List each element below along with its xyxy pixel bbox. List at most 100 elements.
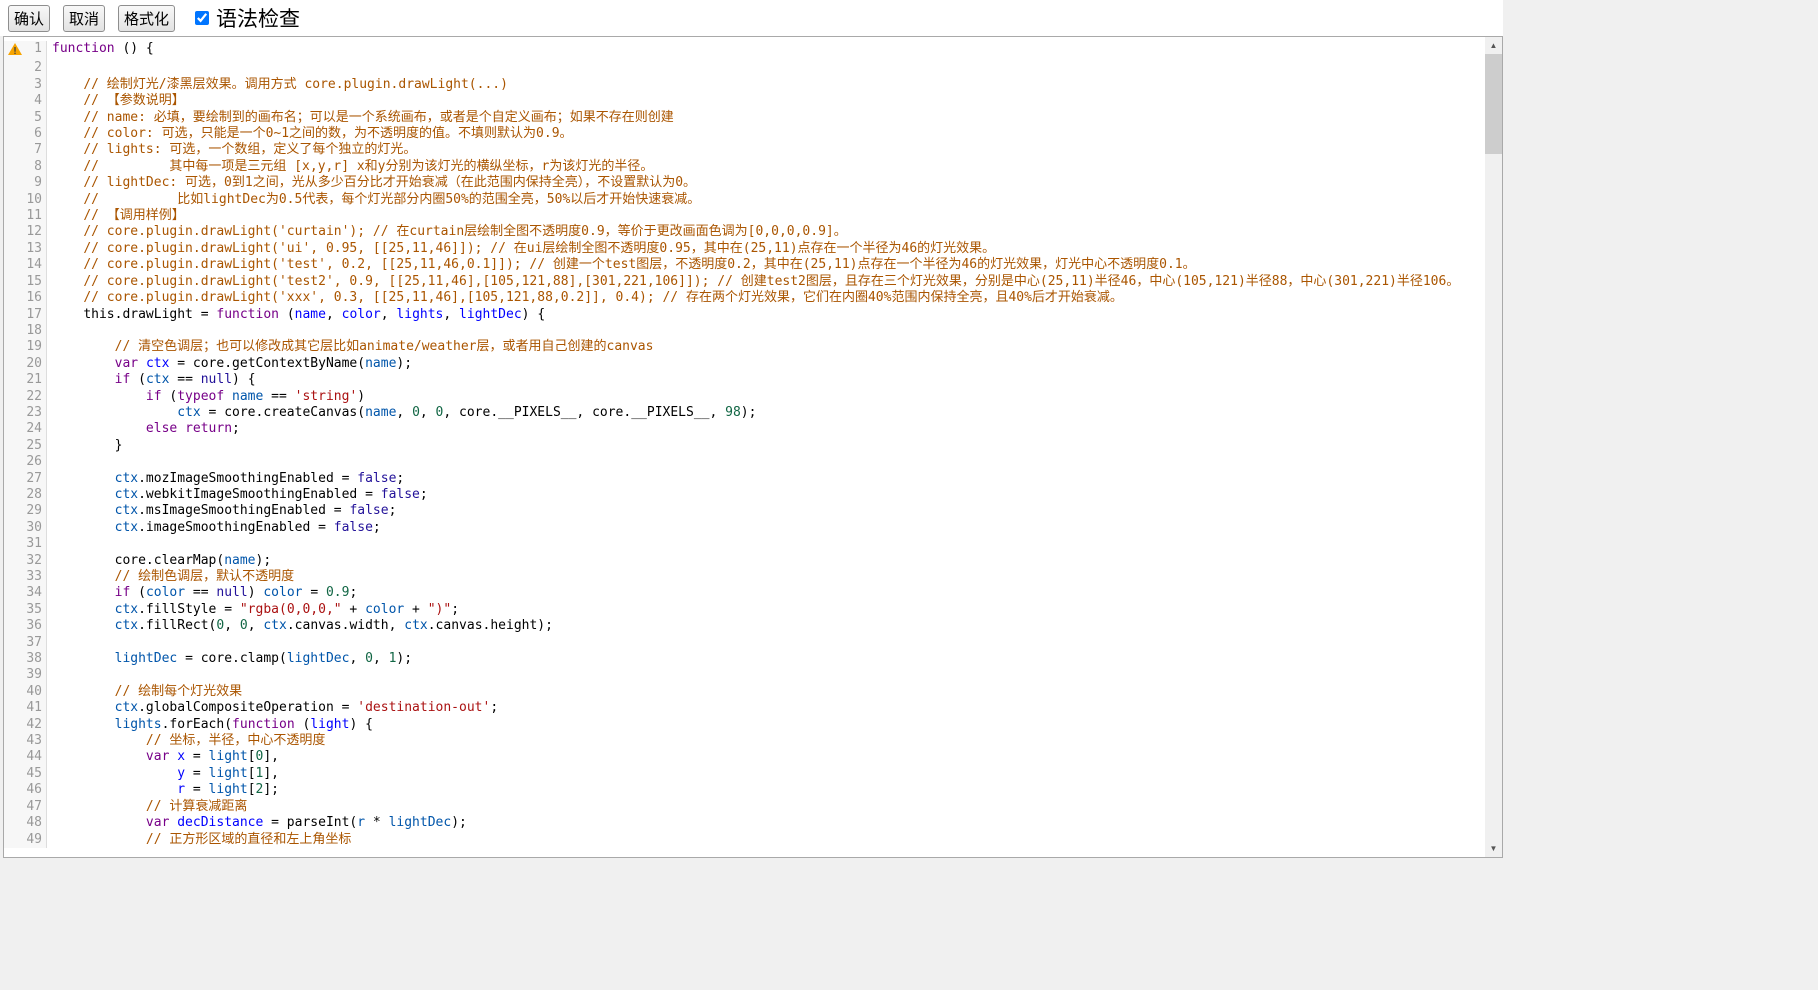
code-line[interactable]: 42 lights.forEach(function (light) { bbox=[4, 717, 1485, 733]
code-editor[interactable]: !1function () {23 // 绘制灯光/漆黑层效果。调用方式 cor… bbox=[3, 36, 1503, 858]
gutter-marker bbox=[4, 110, 26, 126]
code-line[interactable]: 23 ctx = core.createCanvas(name, 0, 0, c… bbox=[4, 405, 1485, 421]
line-number: 10 bbox=[26, 192, 47, 208]
code-line[interactable]: 27 ctx.mozImageSmoothingEnabled = false; bbox=[4, 471, 1485, 487]
code-line[interactable]: !1function () { bbox=[4, 41, 1485, 60]
code-text: // core.plugin.drawLight('curtain'); // … bbox=[47, 224, 1485, 240]
code-text: ctx.fillStyle = "rgba(0,0,0," + color + … bbox=[47, 602, 1485, 618]
line-number: 24 bbox=[26, 421, 47, 437]
code-line[interactable]: 25 } bbox=[4, 438, 1485, 454]
scrollbar-thumb[interactable] bbox=[1485, 54, 1502, 154]
code-line[interactable]: 4 // 【参数说明】 bbox=[4, 93, 1485, 109]
code-line[interactable]: 40 // 绘制每个灯光效果 bbox=[4, 684, 1485, 700]
code-text: // 绘制色调层，默认不透明度 bbox=[47, 569, 1485, 585]
line-number: 20 bbox=[26, 356, 47, 372]
line-number: 18 bbox=[26, 323, 47, 339]
scrollbar-up-arrow[interactable]: ▲ bbox=[1485, 37, 1502, 54]
code-line[interactable]: 24 else return; bbox=[4, 421, 1485, 437]
gutter-marker bbox=[4, 224, 26, 240]
gutter-marker bbox=[4, 635, 26, 651]
code-text: // lights: 可选，一个数组，定义了每个独立的灯光。 bbox=[47, 142, 1485, 158]
syntax-check-checkbox[interactable] bbox=[195, 11, 209, 25]
code-line[interactable]: 48 var decDistance = parseInt(r * lightD… bbox=[4, 815, 1485, 831]
gutter-marker bbox=[4, 323, 26, 339]
code-line[interactable]: 6 // color: 可选，只能是一个0~1之间的数，为不透明度的值。不填则默… bbox=[4, 126, 1485, 142]
code-line[interactable]: 33 // 绘制色调层，默认不透明度 bbox=[4, 569, 1485, 585]
code-line[interactable]: 49 // 正方形区域的直径和左上角坐标 bbox=[4, 832, 1485, 848]
code-line[interactable]: 36 ctx.fillRect(0, 0, ctx.canvas.width, … bbox=[4, 618, 1485, 634]
gutter-marker bbox=[4, 536, 26, 552]
line-number: 31 bbox=[26, 536, 47, 552]
code-line[interactable]: 7 // lights: 可选，一个数组，定义了每个独立的灯光。 bbox=[4, 142, 1485, 158]
line-number: 44 bbox=[26, 749, 47, 765]
code-line[interactable]: 28 ctx.webkitImageSmoothingEnabled = fal… bbox=[4, 487, 1485, 503]
code-line[interactable]: 37 bbox=[4, 635, 1485, 651]
code-line[interactable]: 46 r = light[2]; bbox=[4, 782, 1485, 798]
cancel-button[interactable]: 取消 bbox=[63, 5, 105, 32]
gutter-marker bbox=[4, 438, 26, 454]
code-area[interactable]: !1function () {23 // 绘制灯光/漆黑层效果。调用方式 cor… bbox=[4, 37, 1485, 857]
code-line[interactable]: 13 // core.plugin.drawLight('ui', 0.95, … bbox=[4, 241, 1485, 257]
gutter-marker bbox=[4, 684, 26, 700]
format-button[interactable]: 格式化 bbox=[118, 5, 175, 32]
code-line[interactable]: 19 // 清空色调层；也可以修改成其它层比如animate/weather层，… bbox=[4, 339, 1485, 355]
code-line[interactable]: 18 bbox=[4, 323, 1485, 339]
code-line[interactable]: 39 bbox=[4, 667, 1485, 683]
code-text: // 比如lightDec为0.5代表，每个灯光部分内圈50%的范围全亮，50%… bbox=[47, 192, 1485, 208]
code-line[interactable]: 43 // 坐标，半径，中心不透明度 bbox=[4, 733, 1485, 749]
line-number: 22 bbox=[26, 389, 47, 405]
code-line[interactable]: 11 // 【调用样例】 bbox=[4, 208, 1485, 224]
code-line[interactable]: 29 ctx.msImageSmoothingEnabled = false; bbox=[4, 503, 1485, 519]
code-text: if (color == null) color = 0.9; bbox=[47, 585, 1485, 601]
code-line[interactable]: 41 ctx.globalCompositeOperation = 'desti… bbox=[4, 700, 1485, 716]
toolbar: 确认 取消 格式化 语法检查 bbox=[0, 0, 1503, 36]
code-line[interactable]: 34 if (color == null) color = 0.9; bbox=[4, 585, 1485, 601]
code-text: this.drawLight = function (name, color, … bbox=[47, 307, 1485, 323]
code-line[interactable]: 12 // core.plugin.drawLight('curtain'); … bbox=[4, 224, 1485, 240]
gutter-marker bbox=[4, 700, 26, 716]
code-text: // core.plugin.drawLight('test', 0.2, [[… bbox=[47, 257, 1485, 273]
code-line[interactable]: 45 y = light[1], bbox=[4, 766, 1485, 782]
scrollbar-down-arrow[interactable]: ▼ bbox=[1485, 840, 1502, 857]
code-line[interactable]: 15 // core.plugin.drawLight('test2', 0.9… bbox=[4, 274, 1485, 290]
line-number: 28 bbox=[26, 487, 47, 503]
code-line[interactable]: 35 ctx.fillStyle = "rgba(0,0,0," + color… bbox=[4, 602, 1485, 618]
code-line[interactable]: 44 var x = light[0], bbox=[4, 749, 1485, 765]
code-line[interactable]: 17 this.drawLight = function (name, colo… bbox=[4, 307, 1485, 323]
code-line[interactable]: 2 bbox=[4, 60, 1485, 76]
code-line[interactable]: 22 if (typeof name == 'string') bbox=[4, 389, 1485, 405]
vertical-scrollbar[interactable]: ▲ ▼ bbox=[1485, 37, 1502, 857]
code-line[interactable]: 9 // lightDec: 可选，0到1之间，光从多少百分比才开始衰减（在此范… bbox=[4, 175, 1485, 191]
code-line[interactable]: 47 // 计算衰减距离 bbox=[4, 799, 1485, 815]
code-text: // 正方形区域的直径和左上角坐标 bbox=[47, 832, 1485, 848]
line-number: 12 bbox=[26, 224, 47, 240]
line-number: 48 bbox=[26, 815, 47, 831]
code-line[interactable]: 32 core.clearMap(name); bbox=[4, 553, 1485, 569]
gutter-marker bbox=[4, 585, 26, 601]
code-line[interactable]: 5 // name: 必填，要绘制到的画布名；可以是一个系统画布，或者是个自定义… bbox=[4, 110, 1485, 126]
confirm-button[interactable]: 确认 bbox=[8, 5, 50, 32]
code-line[interactable]: 20 var ctx = core.getContextByName(name)… bbox=[4, 356, 1485, 372]
gutter-marker bbox=[4, 290, 26, 306]
code-line[interactable]: 38 lightDec = core.clamp(lightDec, 0, 1)… bbox=[4, 651, 1485, 667]
code-text: ctx.webkitImageSmoothingEnabled = false; bbox=[47, 487, 1485, 503]
line-number: 4 bbox=[26, 93, 47, 109]
code-line[interactable]: 10 // 比如lightDec为0.5代表，每个灯光部分内圈50%的范围全亮，… bbox=[4, 192, 1485, 208]
code-line[interactable]: 21 if (ctx == null) { bbox=[4, 372, 1485, 388]
code-line[interactable]: 31 bbox=[4, 536, 1485, 552]
code-text: var decDistance = parseInt(r * lightDec)… bbox=[47, 815, 1485, 831]
gutter-marker bbox=[4, 307, 26, 323]
gutter-marker bbox=[4, 471, 26, 487]
code-line[interactable]: 8 // 其中每一项是三元组 [x,y,r] x和y分别为该灯光的横纵坐标，r为… bbox=[4, 159, 1485, 175]
code-text: y = light[1], bbox=[47, 766, 1485, 782]
line-number: 45 bbox=[26, 766, 47, 782]
code-line[interactable]: 30 ctx.imageSmoothingEnabled = false; bbox=[4, 520, 1485, 536]
line-number: 37 bbox=[26, 635, 47, 651]
code-line[interactable]: 3 // 绘制灯光/漆黑层效果。调用方式 core.plugin.drawLig… bbox=[4, 77, 1485, 93]
code-line[interactable]: 14 // core.plugin.drawLight('test', 0.2,… bbox=[4, 257, 1485, 273]
gutter-marker bbox=[4, 257, 26, 273]
code-text: // core.plugin.drawLight('test2', 0.9, [… bbox=[47, 274, 1485, 290]
code-line[interactable]: 16 // core.plugin.drawLight('xxx', 0.3, … bbox=[4, 290, 1485, 306]
code-line[interactable]: 26 bbox=[4, 454, 1485, 470]
syntax-check-control: 语法检查 bbox=[195, 3, 300, 33]
